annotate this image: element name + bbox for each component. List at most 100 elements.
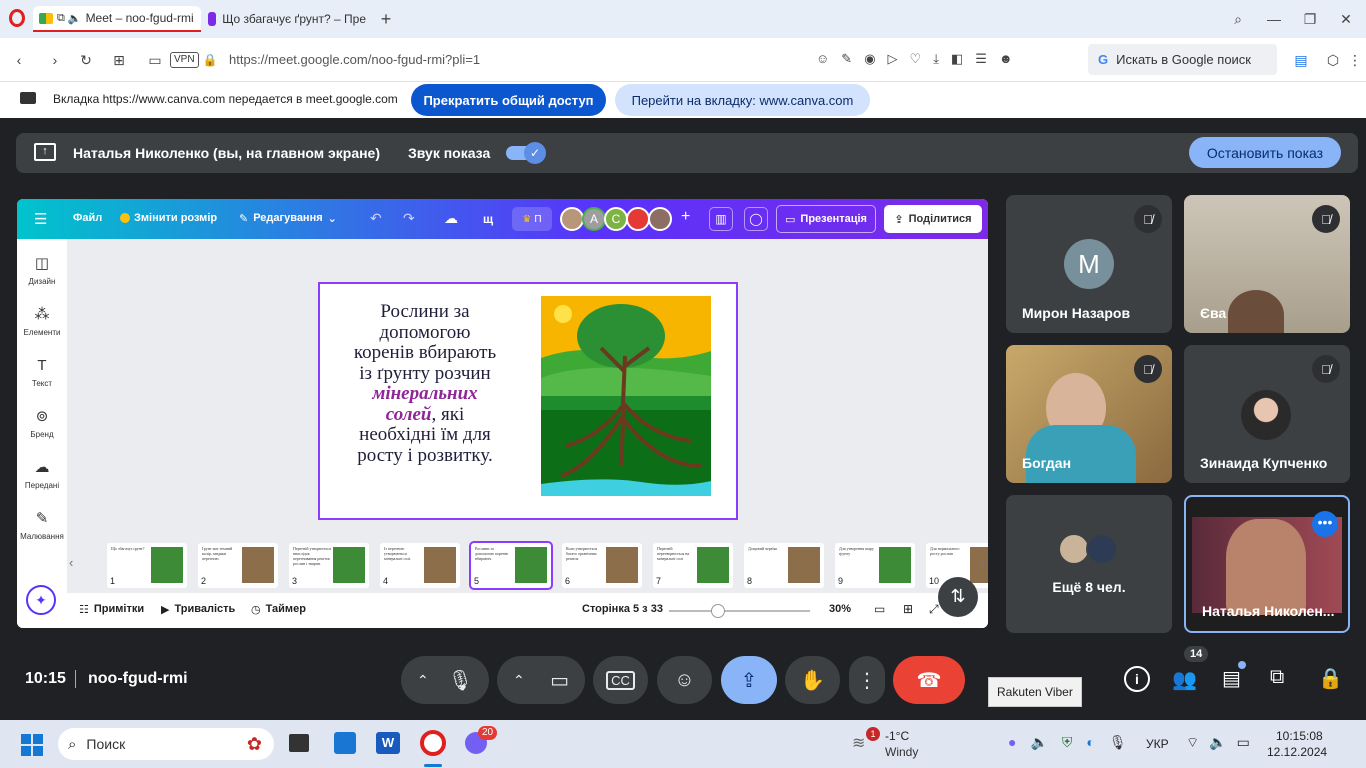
host-controls-icon[interactable]: 🔒: [1318, 666, 1343, 691]
captions-button[interactable]: CC: [593, 656, 648, 704]
sidebar-item[interactable]: ☁ Передані: [17, 459, 67, 490]
chevron-left-icon[interactable]: ‹: [69, 555, 73, 570]
zoom-slider-handle[interactable]: [711, 604, 726, 618]
zoom-slider[interactable]: [669, 604, 810, 618]
profile-icon[interactable]: ☻: [999, 51, 1013, 67]
download-icon[interactable]: ⤓: [933, 51, 939, 67]
goto-tab-button[interactable]: Перейти на вкладку: www.canva.com: [615, 84, 870, 116]
opera-icon[interactable]: [420, 730, 446, 756]
timer-button[interactable]: ◷ Таймер: [251, 603, 306, 616]
camera-icon[interactable]: ▭: [146, 51, 164, 69]
new-tab-plus-icon[interactable]: +: [376, 9, 396, 29]
grid-view-icon[interactable]: ⊞: [903, 602, 913, 616]
sidebar-toggle-icon[interactable]: ▤: [1292, 51, 1310, 69]
notes-button[interactable]: ☷ Примітки: [79, 603, 144, 616]
edit-icon[interactable]: ✎: [841, 51, 852, 67]
minimize-icon[interactable]: —: [1264, 9, 1284, 29]
file-menu[interactable]: Файл: [73, 212, 102, 224]
mic-icon[interactable]: 🎙: [448, 668, 473, 693]
present-button[interactable]: ▭ Презентація: [776, 205, 876, 233]
taskbar-search[interactable]: ⌕ Поиск ✿: [58, 728, 274, 760]
easy-setup-icon[interactable]: ☰: [975, 51, 987, 67]
menu-kebab-icon[interactable]: ⋮: [1348, 51, 1362, 69]
shield-icon[interactable]: ⛨: [1062, 734, 1073, 751]
volume-tray-icon[interactable]: 🔈: [1030, 734, 1047, 751]
microphone-icon[interactable]: 🎙: [1109, 734, 1127, 751]
page-view-icon[interactable]: ▭: [874, 602, 885, 616]
windows-start-icon[interactable]: [21, 734, 43, 756]
current-slide[interactable]: Рослини за допомогою коренів вбирають із…: [318, 282, 738, 520]
magic-button[interactable]: ✦: [26, 585, 56, 615]
more-options-icon[interactable]: •••: [1312, 511, 1338, 537]
redo-icon[interactable]: ↷: [403, 210, 415, 227]
lock-icon[interactable]: 🔒: [203, 51, 218, 69]
participant-tile[interactable]: 🎙̸ Богдан: [1006, 345, 1172, 483]
google-search-box[interactable]: G Искать в Google поиск: [1088, 44, 1277, 75]
chat-icon[interactable]: ▤: [1222, 666, 1241, 691]
maximize-icon[interactable]: ❐: [1300, 9, 1320, 29]
people-icon[interactable]: 👥: [1172, 667, 1197, 692]
slide-thumbnail[interactable]: Рослини за допомогою коренів вбирають 5: [469, 541, 553, 590]
self-tile[interactable]: ••• Наталья Николен...: [1184, 495, 1350, 633]
slide-text[interactable]: Рослини за допомогою коренів вбирають із…: [350, 301, 500, 466]
chevron-up-icon[interactable]: ⌃: [417, 672, 429, 689]
participant-tile[interactable]: 🎙̸ Зинаида Купченко: [1184, 345, 1350, 483]
stop-presenting-button[interactable]: Остановить показ: [1189, 137, 1341, 168]
avatar[interactable]: C: [604, 207, 628, 231]
camera-icon[interactable]: ▭: [550, 668, 569, 693]
slide-thumbnail[interactable]: Що збагачує ґрунт? 1: [107, 543, 187, 588]
system-time[interactable]: 10:15:08: [1276, 729, 1323, 743]
store-icon[interactable]: [334, 732, 356, 754]
avatar[interactable]: [560, 207, 584, 231]
task-view-icon[interactable]: [289, 734, 309, 752]
reactions-button[interactable]: ☺: [657, 656, 712, 704]
participant-tile[interactable]: 🎙̸ M Мирон Назаров: [1006, 195, 1172, 333]
present-now-button[interactable]: ⇪: [721, 656, 777, 704]
undo-icon[interactable]: ↶: [370, 210, 382, 227]
sidebar-item[interactable]: ⁂ Елементи: [17, 306, 67, 337]
sync-icon[interactable]: ◐: [1086, 734, 1094, 751]
slide-thumbnail[interactable]: Із перегною утворюються мінеральні солі.…: [380, 543, 460, 588]
wallet-icon[interactable]: ◧: [951, 51, 963, 67]
chevron-up-icon[interactable]: ⌃: [513, 672, 525, 689]
vpn-badge[interactable]: VPN: [170, 52, 199, 68]
swap-layout-button[interactable]: ⇅: [938, 577, 978, 617]
forward-icon[interactable]: ›: [46, 51, 64, 69]
opera-logo-icon[interactable]: [9, 9, 25, 27]
slide-thumbnail[interactable]: Перегній утворюється внаслідок перегнива…: [289, 543, 369, 588]
participant-tile[interactable]: 🎙̸ Єва: [1184, 195, 1350, 333]
more-options-button[interactable]: ⋮: [849, 656, 885, 704]
resize-menu[interactable]: Змінити розмір: [120, 212, 217, 224]
emoji-icon[interactable]: ☺: [816, 51, 829, 67]
close-icon[interactable]: ✕: [1336, 9, 1356, 29]
upgrade-button[interactable]: ♛ П: [512, 207, 552, 231]
word-icon[interactable]: W: [376, 732, 400, 754]
search-tabs-icon[interactable]: ⌕: [1228, 9, 1248, 29]
raise-hand-button[interactable]: ✋: [785, 656, 840, 704]
heart-icon[interactable]: ♡: [910, 51, 922, 67]
language-indicator[interactable]: УКР: [1146, 737, 1169, 751]
info-icon[interactable]: i: [1124, 666, 1150, 692]
more-participants-tile[interactable]: Ещё 8 чел.: [1006, 495, 1172, 633]
slide-thumbnail[interactable]: Ґрунт має темний колір, завдяки перегною…: [198, 543, 278, 588]
sidebar-item[interactable]: ⊚ Бренд: [17, 408, 67, 439]
slide-thumbnail[interactable]: Для утворення шару ґрунту 9: [835, 543, 915, 588]
extensions-cube-icon[interactable]: ⬡: [1324, 51, 1342, 69]
sidebar-item[interactable]: T Текст: [17, 357, 67, 388]
tab-meet[interactable]: ⧉ 🔈 Meet – noo-fgud-rmi: [33, 6, 201, 32]
system-icons[interactable]: ⌔ 🔈 ▭: [1186, 734, 1250, 752]
hamburger-icon[interactable]: ☰: [34, 210, 47, 228]
grid-icon[interactable]: ⊞: [110, 51, 128, 69]
chevron-right-icon[interactable]: ›: [980, 555, 984, 570]
sidebar-item[interactable]: ✎ Малювання: [17, 510, 67, 541]
leave-call-button[interactable]: ☎: [893, 656, 965, 704]
add-collaborator-icon[interactable]: +: [681, 208, 690, 226]
snapshot-icon[interactable]: ◉: [864, 51, 875, 67]
sound-toggle[interactable]: ✓: [506, 142, 546, 164]
fullscreen-icon[interactable]: ⤢: [929, 602, 939, 617]
slide-thumbnail[interactable]: Перегній перетворюється на мінеральні со…: [653, 543, 733, 588]
viber-tray-icon[interactable]: ●: [1008, 734, 1016, 751]
back-icon[interactable]: ‹: [10, 51, 28, 69]
cloud-sync-icon[interactable]: ☁: [444, 210, 458, 227]
url-field[interactable]: https://meet.google.com/noo-fgud-rmi?pli…: [229, 52, 480, 67]
